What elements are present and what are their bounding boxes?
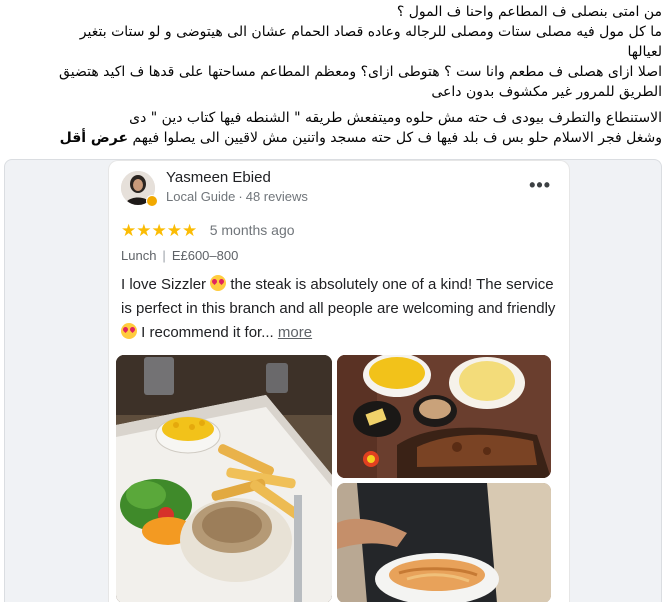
more-link[interactable]: more [278,324,312,341]
reviewer-name[interactable]: Yasmeen Ebied [166,169,271,186]
meal-type: Lunch [121,248,157,263]
review-photo[interactable] [337,355,551,478]
rating-row: ★★★★★ 5 months ago [121,221,295,241]
more-options-icon[interactable]: ••• [529,175,551,196]
star-icon: ★ [166,221,182,240]
local-guide-label: Local Guide [166,189,236,204]
review-text: I love Sizzler the steak is absolutely o… [121,273,557,345]
post-line: من امتى بنصلى ف المطاعم واحنا ف المول ؟ [396,4,662,20]
post-line-text: وشغل فجر الاسلام حلو بس ف بلد فيها ف كل … [132,130,662,146]
separator-dot: · [238,189,243,204]
meta-separator: | [162,248,166,263]
post-line-last: وشغل فجر الاسلام حلو بس ف بلد فيها ف كل … [8,128,662,148]
post-line: الطريق للمرور غير مكشوف بدون داعى [431,84,662,100]
local-guide-badge-icon [146,195,158,207]
post-line: الاستنطاع والتطرف بيودى ف حته مش حلوه وم… [129,110,662,126]
review-photo[interactable] [116,355,332,602]
review-count: 48 reviews [245,189,308,204]
review-photo[interactable] [337,483,551,602]
star-icon: ★ [182,221,198,240]
review-text-part: I recommend it for... [137,324,274,341]
reviewer-meta: Local Guide · 48 reviews [166,189,308,204]
shared-image[interactable]: Yasmeen Ebied Local Guide · 48 reviews •••… [4,159,662,602]
review-text-part: I love Sizzler [121,276,211,293]
heart-eyes-emoji-icon [210,275,227,291]
star-icon: ★ [151,221,167,240]
see-less-link[interactable]: عرض أقل [60,130,128,146]
heart-eyes-emoji-icon [121,323,137,339]
price-range: E£600–800 [171,248,239,263]
visit-meta: Lunch | E£600–800 [121,248,238,263]
post-line: اصلا ازاى هصلى ف مطعم وانا ست ؟ هتوطى از… [59,64,662,80]
review-card: Yasmeen Ebied Local Guide · 48 reviews •••… [108,160,570,602]
post-line: ما كل مول فيه مصلى ستات ومصلى للرجاله وع… [79,24,662,40]
post-text: من امتى بنصلى ف المطاعم واحنا ف المول ؟ … [8,2,662,148]
review-time: 5 months ago [209,222,295,238]
post-line: لعيالها [627,44,663,60]
star-icon: ★ [136,221,152,240]
star-icon: ★ [121,221,137,240]
